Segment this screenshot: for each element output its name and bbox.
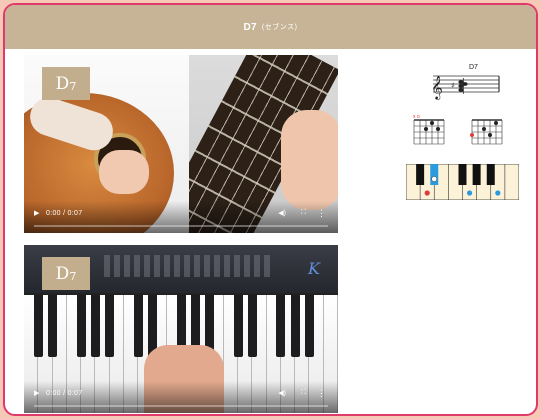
svg-text:♯: ♯ — [451, 81, 455, 90]
keyboard-chord-diagram — [406, 164, 519, 200]
chord-badge-root: D — [55, 263, 70, 284]
piano-brand-logo: K — [308, 259, 320, 278]
video-time: 0:00 / 0:07 — [46, 210, 83, 217]
more-options-icon[interactable]: ⋮ — [317, 208, 326, 219]
more-options-icon[interactable]: ⋮ — [317, 388, 326, 399]
fullscreen-icon[interactable]: ⛶ — [301, 209, 306, 217]
keyboard-note-dot — [431, 176, 438, 182]
chord-badge-ext: 7 — [69, 80, 77, 93]
keyboard-black-key — [472, 164, 481, 185]
keyboard-note-dot — [495, 190, 501, 196]
volume-icon[interactable]: ◀) — [278, 209, 286, 217]
keyboard-black-key — [486, 164, 495, 185]
play-icon[interactable]: ▶ — [34, 389, 39, 397]
keyboard-note-dot — [424, 190, 430, 196]
piano-video-player[interactable]: K D7 ▶ 0:00 / 0:07 ◀) ⛶ ⋮ — [24, 245, 338, 413]
chord-title: D7 — [243, 21, 257, 33]
piano-black-key — [304, 295, 314, 357]
piano-black-key — [90, 295, 100, 357]
piano-black-key — [33, 295, 43, 357]
piano-black-key — [247, 295, 257, 357]
video-time: 0:00 / 0:07 — [46, 390, 83, 397]
staff-notes: ♯ — [451, 78, 468, 94]
chord-badge-root: D — [55, 73, 70, 94]
guitar-video-player[interactable]: D7 ▶ 0:00 / 0:07 ◀) ⛶ ⋮ — [24, 55, 338, 233]
staff-chord-label: D7 — [469, 64, 478, 71]
video-progress-bar[interactable] — [34, 225, 328, 227]
piano-black-key — [133, 295, 143, 357]
piano-black-key — [76, 295, 86, 357]
keyboard-black-key — [416, 164, 425, 185]
volume-icon[interactable]: ◀) — [278, 389, 286, 397]
piano-black-key — [290, 295, 300, 357]
video-controls: ▶ 0:00 / 0:07 ◀) ⛶ ⋮ — [24, 381, 338, 413]
play-icon[interactable]: ▶ — [34, 209, 39, 217]
chord-badge-ext: 7 — [69, 270, 77, 283]
video-progress-bar[interactable] — [34, 405, 328, 407]
chord-badge: D7 — [42, 257, 90, 290]
fullscreen-icon[interactable]: ⛶ — [301, 389, 306, 397]
keyboard-black-key — [458, 164, 467, 185]
chord-badge: D7 — [42, 67, 90, 100]
guitar-chord-diagram-1: x o — [413, 114, 445, 145]
video-controls: ▶ 0:00 / 0:07 ◀) ⛶ ⋮ — [24, 201, 338, 233]
staff-notation: D7 𝄞 ♯ — [431, 64, 500, 100]
keyboard-note-dot — [466, 190, 473, 196]
chord-title-bar: D7 (セブンス) — [5, 5, 536, 49]
piano-black-key — [276, 295, 286, 357]
guitar-chord-diagram-2 — [470, 119, 503, 145]
fret-mark-text: x o — [413, 114, 420, 120]
piano-black-key — [48, 295, 58, 357]
keyboard-black-key — [430, 164, 439, 185]
treble-clef-icon: 𝄞 — [431, 75, 443, 100]
piano-black-key — [105, 295, 115, 357]
chord-reading: (セブンス) — [261, 24, 298, 31]
piano-black-key — [233, 295, 243, 357]
